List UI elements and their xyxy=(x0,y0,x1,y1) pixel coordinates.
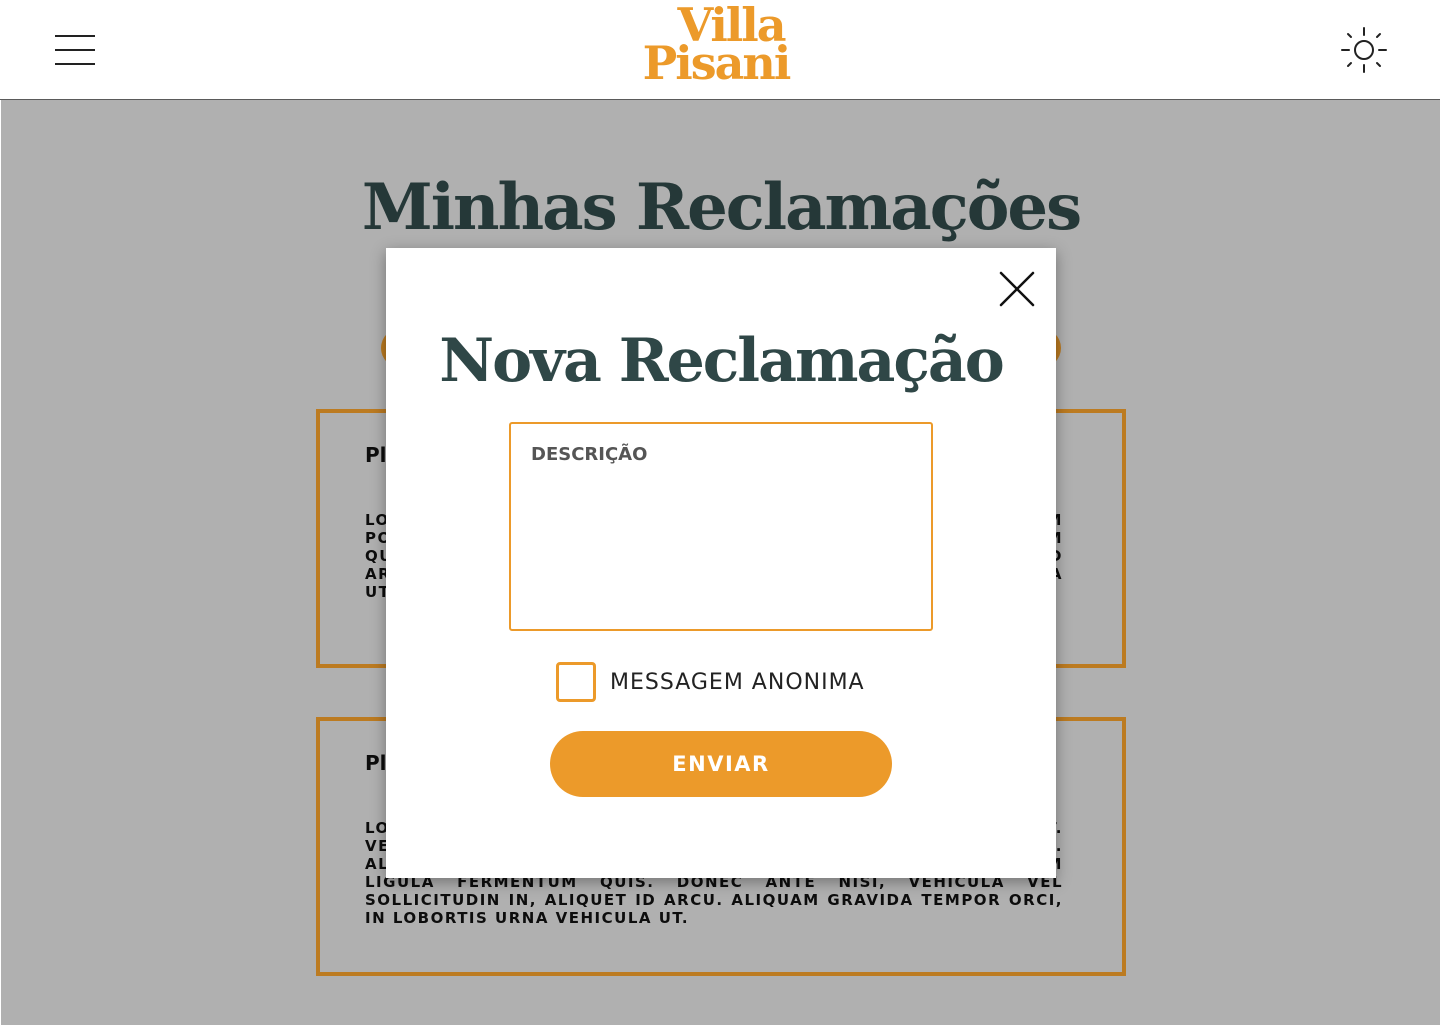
modal-title: Nova Reclamação xyxy=(439,326,1005,396)
logo[interactable]: Villa Pisani xyxy=(635,2,805,94)
send-button[interactable]: ENVIAR xyxy=(550,731,892,797)
description-field[interactable] xyxy=(509,422,933,631)
anonymous-label: MESSAGEM ANONIMA xyxy=(610,669,865,695)
anonymous-checkbox[interactable] xyxy=(556,662,596,702)
hamburger-menu-icon[interactable] xyxy=(55,35,95,65)
site-header: Villa Pisani xyxy=(0,0,1440,100)
close-icon[interactable] xyxy=(998,270,1036,308)
anonymous-option: MESSAGEM ANONIMA xyxy=(556,661,865,703)
logo-line-2: Pisani xyxy=(642,36,792,90)
new-complaint-modal: Nova Reclamação MESSAGEM ANONIMA ENVIAR xyxy=(386,248,1056,878)
sun-icon[interactable] xyxy=(1340,26,1388,74)
